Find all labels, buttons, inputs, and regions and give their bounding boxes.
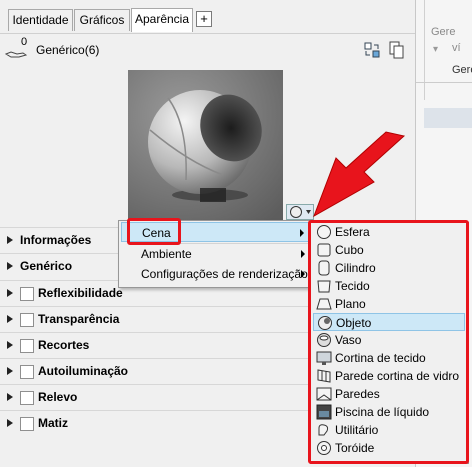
- panel-divider: [416, 0, 425, 100]
- duplicate-icon[interactable]: [389, 41, 405, 62]
- material-header: 0 Genérico(6): [0, 33, 415, 64]
- expand-icon[interactable]: [7, 419, 13, 427]
- enable-checkbox[interactable]: [20, 365, 34, 379]
- material-title: Genérico(6): [36, 43, 100, 57]
- property-label: Transparência: [38, 312, 120, 326]
- annotation-highlight-submenu: [308, 220, 469, 464]
- expand-icon[interactable]: [7, 315, 13, 323]
- annotation-arrow-icon: [306, 128, 410, 225]
- tab-strip: Identidade Gráficos Aparência +: [0, 0, 415, 33]
- enable-checkbox[interactable]: [20, 417, 34, 431]
- property-label: Recortes: [38, 338, 90, 352]
- divider: [416, 82, 472, 83]
- menu-item-configuracoes-renderizacao[interactable]: Configurações de renderização: [121, 264, 310, 284]
- annotation-highlight-cena: [127, 218, 181, 245]
- submenu-arrow-icon: [301, 270, 305, 278]
- menu-item-ambiente[interactable]: Ambiente: [121, 244, 310, 264]
- enable-checkbox[interactable]: [20, 339, 34, 353]
- property-label: Autoiluminação: [38, 364, 129, 378]
- tab-aparencia[interactable]: Aparência: [131, 8, 193, 32]
- tab-identidade[interactable]: Identidade: [8, 9, 73, 31]
- enable-checkbox[interactable]: [20, 313, 34, 327]
- expand-icon[interactable]: [7, 367, 13, 375]
- view-strip: [424, 108, 472, 128]
- submenu-arrow-icon: [300, 229, 304, 237]
- expand-icon[interactable]: [7, 289, 13, 297]
- enable-checkbox[interactable]: [20, 391, 34, 405]
- expand-icon[interactable]: [7, 393, 13, 401]
- expand-icon[interactable]: [7, 236, 13, 244]
- enable-checkbox[interactable]: [20, 287, 34, 301]
- ribbon-group-label: Gere: [452, 64, 472, 76]
- property-label: Matiz: [38, 416, 68, 430]
- property-label: Reflexibilidade: [38, 286, 123, 300]
- menu-item-label: Configurações de renderização: [141, 267, 308, 281]
- tab-graficos[interactable]: Gráficos: [74, 9, 130, 31]
- add-tab-button[interactable]: +: [196, 11, 212, 27]
- submenu-arrow-icon: [301, 250, 305, 258]
- property-label: Relevo: [38, 390, 78, 404]
- material-preview-image: [128, 70, 283, 220]
- expand-icon[interactable]: [7, 262, 13, 270]
- ribbon-label: Gere: [431, 26, 456, 38]
- property-label: Informações: [20, 233, 92, 247]
- swap-icon[interactable]: [364, 42, 380, 61]
- menu-item-label: Ambiente: [141, 247, 192, 261]
- expand-icon[interactable]: [7, 341, 13, 349]
- user-count: 0: [21, 36, 28, 48]
- property-label: Genérico: [20, 259, 73, 273]
- chevron-down-icon[interactable]: ▾: [433, 44, 438, 55]
- ribbon-label: ví: [452, 42, 461, 54]
